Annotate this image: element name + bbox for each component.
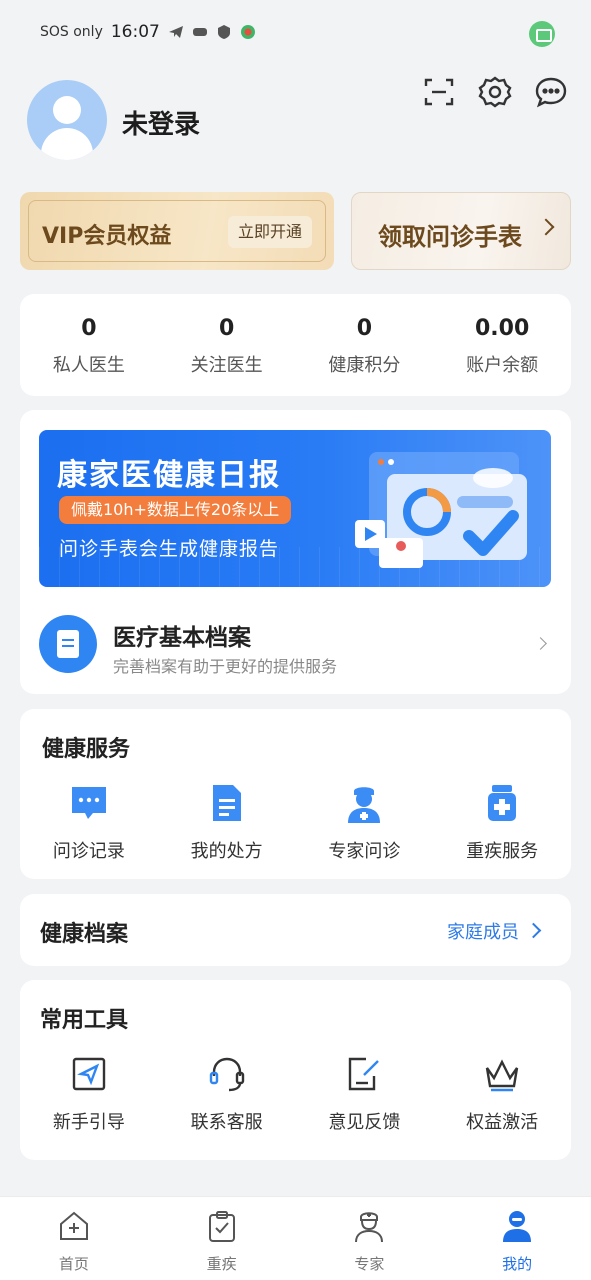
- service-label: 问诊记录: [52, 841, 125, 862]
- game-icon: [192, 28, 207, 36]
- avatar[interactable]: [27, 80, 107, 160]
- tab-label: 重疾: [206, 1255, 237, 1273]
- stats-card: 0 私人医生 0 关注医生 0 健康积分 0.00 账户余额: [20, 294, 571, 396]
- section-title: 健康档案: [40, 922, 129, 947]
- watch-claim-card[interactable]: 领取问诊手表: [351, 192, 571, 270]
- banner-subtitle: 问诊手表会生成健康报告: [59, 538, 280, 560]
- vip-card[interactable]: VIP会员权益 立即开通: [20, 192, 334, 270]
- message-icon[interactable]: [533, 74, 569, 110]
- health-file-card[interactable]: 健康档案 家庭成员: [20, 894, 571, 966]
- health-services-card: 健康服务 问诊记录 我的处方 专家问诊 重疾服务: [20, 709, 571, 879]
- tab-home[interactable]: 首页: [0, 1197, 148, 1280]
- tab-label: 首页: [58, 1255, 89, 1273]
- banner-badge: 佩戴10h+数据上传20条以上: [59, 496, 292, 524]
- tool-guide[interactable]: 新手引导: [20, 1054, 158, 1134]
- service-consult-record[interactable]: 问诊记录: [20, 783, 158, 863]
- tool-feedback[interactable]: 意见反馈: [296, 1054, 434, 1134]
- app-logo-icon: [240, 25, 255, 39]
- carrier-text: SOS only: [40, 24, 103, 40]
- tab-expert[interactable]: 专家: [296, 1197, 444, 1280]
- service-critical-illness[interactable]: 重疾服务: [433, 783, 571, 863]
- stat-label: 账户余额: [466, 355, 539, 376]
- stat-private-doctor[interactable]: 0 私人医生: [20, 294, 158, 396]
- tool-customer-service[interactable]: 联系客服: [158, 1054, 296, 1134]
- vip-title: VIP会员权益: [42, 224, 172, 249]
- medical-record-subtitle: 完善档案有助于更好的提供服务: [113, 657, 338, 676]
- stat-balance[interactable]: 0.00 账户余额: [433, 294, 571, 396]
- stat-value: 0: [81, 316, 97, 341]
- doctor-icon: [348, 787, 381, 823]
- service-label: 我的处方: [190, 841, 263, 862]
- watch-title: 领取问诊手表: [378, 223, 522, 251]
- feedback-icon: [349, 1057, 380, 1091]
- stat-label: 健康积分: [328, 355, 401, 376]
- common-tools-card: 常用工具 新手引导 联系客服 意见反馈 权益激活: [20, 980, 571, 1160]
- tool-label: 意见反馈: [328, 1112, 401, 1133]
- tool-label: 联系客服: [190, 1112, 263, 1133]
- stat-value: 0: [356, 316, 373, 341]
- service-expert-consult[interactable]: 专家问诊: [296, 783, 434, 863]
- headset-icon: [209, 1057, 244, 1092]
- tab-label: 我的: [502, 1255, 533, 1273]
- scan-icon[interactable]: [421, 74, 457, 110]
- bottom-tab-bar: 首页 重疾 专家 我的: [0, 1196, 591, 1280]
- medicine-icon: [488, 785, 517, 821]
- document-icon: [39, 615, 97, 673]
- health-report-banner[interactable]: 康家医健康日报 佩戴10h+数据上传20条以上 问诊手表会生成健康报告: [39, 430, 551, 587]
- tool-label: 新手引导: [52, 1112, 125, 1133]
- tab-label: 专家: [354, 1255, 385, 1273]
- tool-label: 权益激活: [466, 1112, 539, 1133]
- medical-record-title[interactable]: 医疗基本档案: [113, 618, 251, 652]
- status-bar: SOS only 16:07: [0, 0, 591, 66]
- guide-icon: [72, 1057, 106, 1091]
- clock: 16:07: [110, 22, 160, 42]
- tool-benefit-activation[interactable]: 权益激活: [433, 1054, 571, 1134]
- stat-label: 关注医生: [190, 355, 263, 376]
- telegram-icon: [168, 26, 183, 38]
- nurse-icon: [355, 1212, 384, 1243]
- camera-indicator-icon: [529, 21, 555, 47]
- chevron-right-icon[interactable]: [534, 637, 547, 650]
- stat-health-points[interactable]: 0 健康积分: [296, 294, 434, 396]
- vip-open-button[interactable]: 立即开通: [227, 216, 312, 248]
- family-members-link[interactable]: 家庭成员: [447, 918, 519, 944]
- settings-icon[interactable]: [477, 74, 513, 110]
- crown-icon: [485, 1059, 519, 1092]
- service-label: 专家问诊: [328, 841, 401, 862]
- stat-label: 私人医生: [52, 355, 125, 376]
- tab-mine[interactable]: 我的: [443, 1197, 591, 1280]
- clipboard-icon: [208, 1211, 235, 1242]
- profile-icon: [503, 1211, 532, 1242]
- report-illustration-icon: [355, 452, 527, 568]
- stat-value: 0.00: [474, 316, 530, 341]
- login-status[interactable]: 未登录: [122, 104, 200, 141]
- prescription-icon: [212, 785, 241, 821]
- tab-critical-illness[interactable]: 重疾: [148, 1197, 296, 1280]
- report-card: 康家医健康日报 佩戴10h+数据上传20条以上 问诊手表会生成健康报告 医疗基本…: [20, 410, 571, 694]
- service-prescription[interactable]: 我的处方: [158, 783, 296, 863]
- service-label: 重疾服务: [466, 841, 539, 862]
- stat-followed-doctor[interactable]: 0 关注医生: [158, 294, 296, 396]
- stat-value: 0: [218, 316, 235, 341]
- shield-icon: [217, 25, 230, 39]
- chat-bubble-icon: [71, 787, 106, 819]
- chevron-right-icon[interactable]: [525, 922, 542, 939]
- section-title: 健康服务: [42, 737, 131, 762]
- chevron-right-icon: [537, 218, 555, 236]
- banner-title: 康家医健康日报: [57, 458, 281, 493]
- home-icon: [59, 1211, 88, 1240]
- section-title: 常用工具: [40, 1008, 129, 1033]
